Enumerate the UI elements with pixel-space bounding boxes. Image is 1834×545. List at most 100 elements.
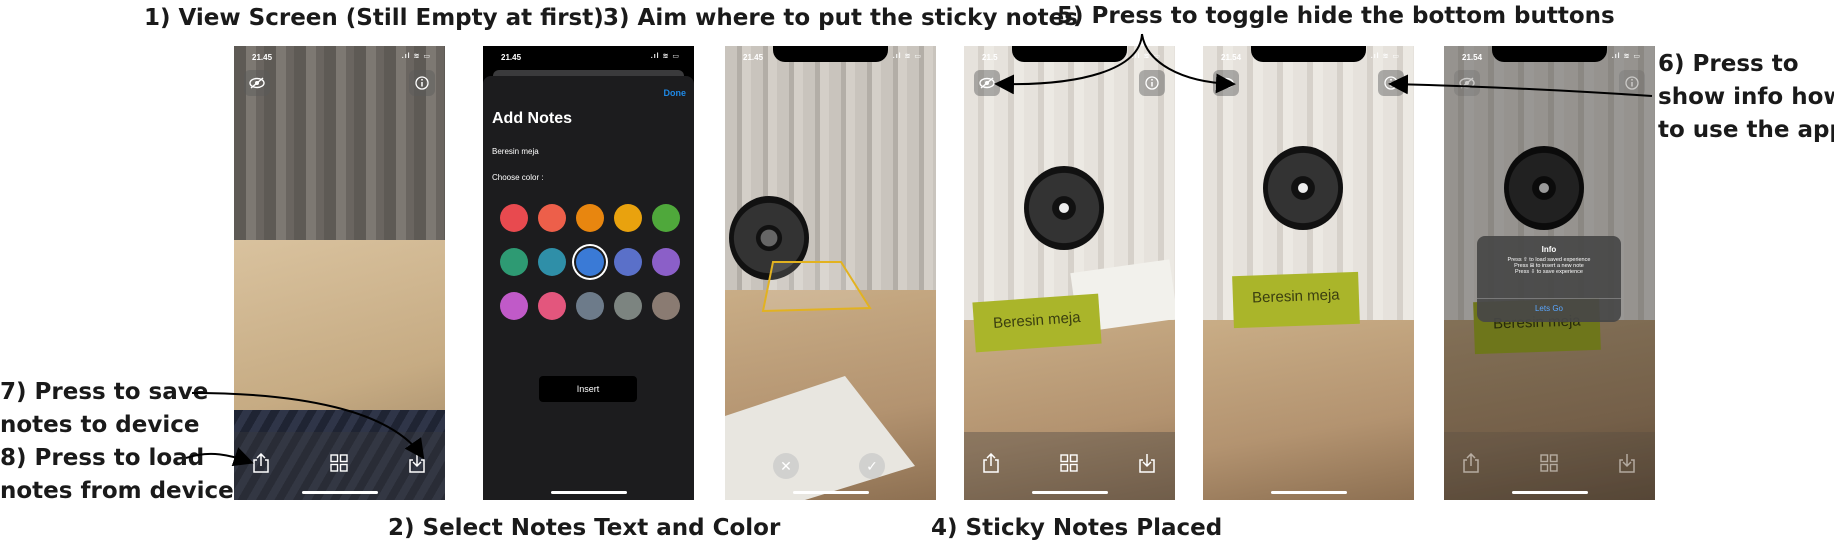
color-swatch[interactable] (614, 292, 642, 320)
color-swatch[interactable] (652, 292, 680, 320)
screen-4-note-placed: Beresin meja 21.5 .ıl ≋ ▭ (964, 46, 1175, 500)
caption-6-line1: 6) Press to (1658, 51, 1799, 77)
load-button[interactable] (1134, 450, 1160, 476)
insert-button[interactable]: Insert (539, 376, 637, 402)
screen-1-empty-view: 21.45 .ıl ≋ ▭ (234, 46, 445, 500)
bottom-toolbar (964, 432, 1175, 500)
sheet-title: Add Notes (492, 110, 572, 127)
status-icons: .ıl ≋ ▭ (1611, 53, 1641, 60)
color-swatch[interactable] (652, 204, 680, 232)
color-swatch[interactable] (652, 248, 680, 276)
cancel-placement-button[interactable]: ✕ (773, 453, 799, 479)
save-button[interactable] (248, 450, 274, 476)
note-text-field[interactable]: Beresin meja (492, 147, 539, 156)
choose-color-label: Choose color : (492, 173, 544, 182)
status-bar: 21.5 .ıl ≋ ▭ (964, 46, 1175, 62)
sticky-note[interactable]: Beresin meja (1232, 271, 1360, 329)
download-tray-icon (1139, 454, 1155, 473)
save-button[interactable] (978, 450, 1004, 476)
grid-icon (330, 454, 348, 472)
toggle-visibility-button[interactable] (974, 70, 1000, 96)
status-icons: .ıl ≋ ▭ (1370, 53, 1400, 60)
color-swatch[interactable] (500, 292, 528, 320)
checkmark-icon: ✓ (866, 458, 878, 474)
fan (1263, 146, 1343, 230)
fan (1024, 166, 1104, 250)
color-swatch[interactable] (576, 204, 604, 232)
caption-1: 1) View Screen (Still Empty at first) (144, 5, 604, 31)
caption-6-line3: to use the app (1658, 117, 1834, 143)
color-swatch[interactable] (538, 204, 566, 232)
home-indicator (551, 491, 627, 494)
add-note-button[interactable] (326, 450, 352, 476)
status-time: 21.45 (743, 53, 764, 62)
status-bar: 21.54 .ıl ≋ ▭ (1444, 46, 1655, 62)
sticky-note-text: Beresin meja (992, 308, 1082, 333)
info-button[interactable] (1139, 70, 1165, 96)
screen-2-add-notes: 21.45 .ıl ≋ ▭ Done Add Notes Beresin mej… (483, 46, 694, 500)
add-note-button[interactable] (1056, 450, 1082, 476)
status-time: 21.54 (1462, 53, 1483, 62)
caption-3: 3) Aim where to put the sticky notes (603, 5, 1078, 31)
toggle-visibility-button[interactable] (1213, 70, 1239, 96)
share-upload-icon (983, 453, 999, 473)
color-swatch[interactable] (614, 248, 642, 276)
status-bar: 21.45 .ıl ≋ ▭ (725, 46, 936, 62)
info-button[interactable] (1378, 70, 1404, 96)
screen-6-info-dialog: Beresin meja 21.54 .ıl ≋ ▭ Info Press ⇧ … (1444, 46, 1655, 500)
status-bar: 21.54 .ıl ≋ ▭ (1203, 46, 1414, 62)
home-indicator (1032, 491, 1108, 494)
caption-6-line2: show info how (1658, 84, 1834, 110)
done-button[interactable]: Done (664, 88, 687, 98)
info-button[interactable] (409, 70, 435, 96)
info-icon (415, 76, 429, 90)
color-swatch[interactable] (576, 248, 604, 276)
load-button[interactable] (1614, 450, 1640, 476)
color-swatch[interactable] (500, 204, 528, 232)
home-indicator (793, 491, 869, 494)
caption-5: 5) Press to toggle hide the bottom butto… (1057, 3, 1615, 29)
caption-2: 2) Select Notes Text and Color (388, 515, 781, 541)
eye-slash-icon (979, 77, 995, 89)
caption-7-line1: 7) Press to save (0, 379, 209, 405)
eye-slash-icon (1459, 77, 1475, 89)
load-button[interactable] (404, 450, 430, 476)
grid-icon (1540, 454, 1558, 472)
color-swatch[interactable] (538, 248, 566, 276)
download-tray-icon (409, 454, 425, 473)
status-time: 21.5 (982, 53, 998, 62)
toggle-visibility-button[interactable] (1454, 70, 1480, 96)
color-swatch[interactable] (614, 204, 642, 232)
home-indicator (302, 491, 378, 494)
screen-3-aim-placement: 21.45 .ıl ≋ ▭ ✕ ✓ (725, 46, 936, 500)
add-note-button[interactable] (1536, 450, 1562, 476)
color-swatch[interactable] (576, 292, 604, 320)
status-bar: 21.45 .ıl ≋ ▭ (483, 46, 694, 62)
status-bar: 21.45 .ıl ≋ ▭ (234, 46, 445, 62)
status-icons: .ıl ≋ ▭ (892, 53, 922, 60)
home-indicator (1271, 491, 1347, 494)
caption-7-line2: notes to device (0, 412, 200, 438)
status-time: 21.45 (252, 53, 273, 62)
lets-go-button[interactable]: Lets Go (1477, 304, 1621, 313)
status-time: 21.54 (1221, 53, 1242, 62)
info-button[interactable] (1619, 70, 1645, 96)
toggle-visibility-button[interactable] (244, 70, 270, 96)
info-icon (1625, 76, 1639, 90)
info-dialog: Info Press ⇧ to load saved experience Pr… (1477, 236, 1621, 322)
close-icon: ✕ (780, 458, 792, 474)
status-icons: .ıl ≋ ▭ (401, 53, 431, 60)
info-title: Info (1541, 245, 1557, 254)
eye-icon (1218, 77, 1234, 89)
sticky-note[interactable]: Beresin meja (972, 293, 1102, 353)
color-swatch[interactable] (500, 248, 528, 276)
confirm-placement-button[interactable]: ✓ (859, 453, 885, 479)
grid-icon (1060, 454, 1078, 472)
status-icons: .ıl ≋ ▭ (650, 53, 680, 60)
color-swatch[interactable] (538, 292, 566, 320)
save-button[interactable] (1458, 450, 1484, 476)
share-upload-icon (253, 453, 269, 473)
caption-4: 4) Sticky Notes Placed (931, 515, 1223, 541)
desk-surface (1203, 320, 1414, 500)
eye-slash-icon (249, 77, 265, 89)
